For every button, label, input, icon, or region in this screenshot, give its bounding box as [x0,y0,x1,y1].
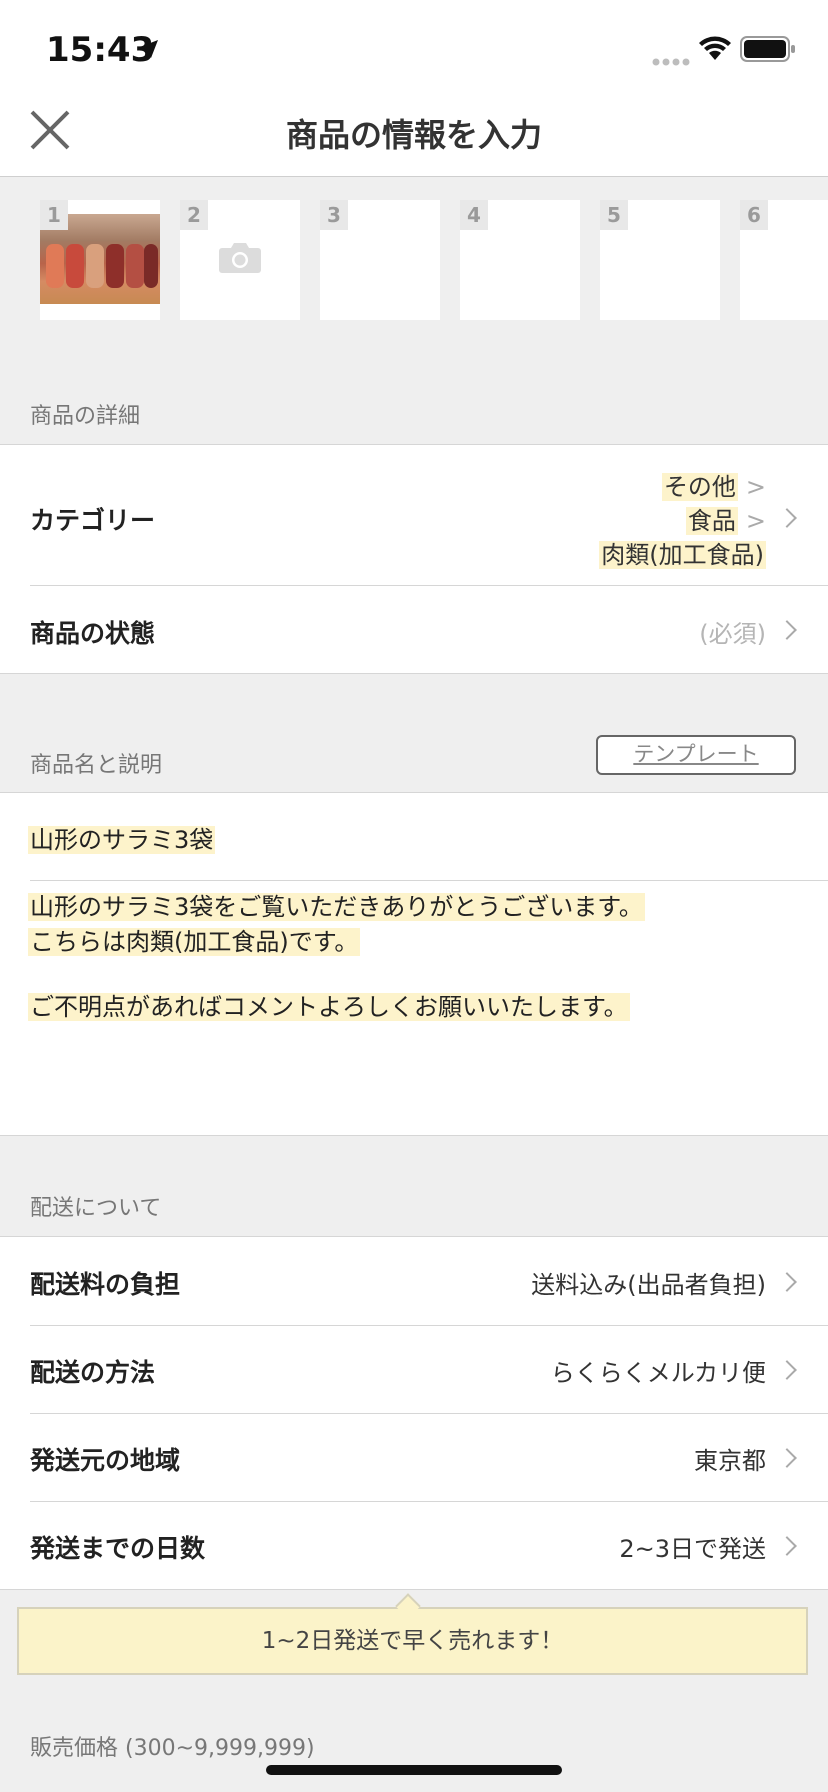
battery-icon [740,36,796,66]
photo-slot-5[interactable]: 5 [600,200,720,320]
category-label: カテゴリー [30,506,156,535]
condition-row[interactable]: 商品の状態 (必須) [0,586,828,673]
shipping-tip-banner: 1~2日発送で早く売れます！ [17,1607,808,1675]
photo-slot-number: 6 [740,200,768,230]
ship-from-row[interactable]: 発送元の地域 東京都 [0,1413,828,1501]
nav-bar: 商品の情報を入力 [0,96,828,177]
item-name-text: 山形のサラミ3袋 [28,826,216,854]
category-separator: > [745,473,766,501]
description-blank-line [28,960,645,990]
category-level-3-text: 肉類(加工食品) [599,541,766,569]
shipping-fee-row[interactable]: 配送料の負担 送料込み(出品者負担) [0,1237,828,1325]
days-to-ship-value: 2~3日で発送 [619,1535,766,1563]
category-level-2: 食品 > [685,501,766,536]
photo-slot-1[interactable]: 1 [40,200,160,320]
section-header-details: 商品の詳細 [30,404,141,429]
chevron-right-icon [777,620,797,640]
photo-slot-number: 5 [600,200,628,230]
category-level-3: 肉類(加工食品) [599,535,766,570]
cellular-signal-icon [652,52,692,71]
chevron-right-icon [777,1272,797,1292]
camera-icon [218,240,262,278]
section-header-shipping: 配送について [30,1196,162,1221]
category-row[interactable]: カテゴリー その他 > 食品 > 肉類(加工食品) [0,445,828,585]
days-to-ship-label: 発送までの日数 [30,1534,206,1563]
description-textarea[interactable]: 山形のサラミ3袋をご覧いただきありがとうございます。 こちらは肉類(加工食品)で… [28,890,645,1025]
chevron-right-icon [777,508,797,528]
item-name-input[interactable]: 山形のサラミ3袋 [28,820,216,855]
description-line: こちらは肉類(加工食品)です。 [28,928,361,956]
photo-slot-2[interactable]: 2 [180,200,300,320]
status-bar: 15:43 [0,0,828,96]
photo-slot-3[interactable]: 3 [320,200,440,320]
photo-slot-number: 1 [40,200,68,230]
home-indicator [266,1765,562,1775]
category-level-1-text: その他 [661,473,738,501]
shipping-block: 配送料の負担 送料込み(出品者負担) 配送の方法 らくらくメルカリ便 発送元の地… [0,1236,828,1590]
chevron-right-icon [777,1360,797,1380]
photo-slot-number: 3 [320,200,348,230]
ship-from-label: 発送元の地域 [30,1446,181,1475]
condition-label: 商品の状態 [30,619,156,648]
template-button[interactable]: テンプレート [596,735,796,775]
wifi-icon [698,36,732,66]
page-title: 商品の情報を入力 [285,116,542,154]
shipping-method-label: 配送の方法 [30,1358,156,1387]
shipping-fee-value: 送料込み(出品者負担) [531,1271,766,1299]
chevron-right-icon [777,1448,797,1468]
details-block: カテゴリー その他 > 食品 > 肉類(加工食品) 商品の状態 (必須) [0,444,828,674]
section-header-name: 商品名と説明 [30,753,163,778]
section-header-price: 販売価格 (300~9,999,999) [30,1736,315,1761]
shipping-fee-label: 配送料の負担 [30,1270,181,1299]
photo-slot-4[interactable]: 4 [460,200,580,320]
description-line: ご不明点があればコメントよろしくお願いいたします。 [28,993,630,1021]
photo-strip: 1 2 3 4 5 6 [0,200,828,322]
location-arrow-icon [138,38,160,64]
divider [30,880,828,881]
chevron-right-icon [777,1536,797,1556]
category-level-1: その他 > [661,467,766,502]
days-to-ship-row[interactable]: 発送までの日数 2~3日で発送 [0,1501,828,1589]
photo-slot-number: 2 [180,200,208,230]
ship-from-value: 東京都 [694,1447,766,1475]
photo-slot-number: 4 [460,200,488,230]
category-separator: > [745,507,766,535]
shipping-method-row[interactable]: 配送の方法 らくらくメルカリ便 [0,1325,828,1413]
category-level-2-text: 食品 [685,507,738,535]
description-line: 山形のサラミ3袋をご覧いただきありがとうございます。 [28,893,645,921]
condition-value: (必須) [699,620,766,648]
photo-slot-6[interactable]: 6 [740,200,828,320]
shipping-method-value: らくらくメルカリ便 [550,1359,766,1387]
